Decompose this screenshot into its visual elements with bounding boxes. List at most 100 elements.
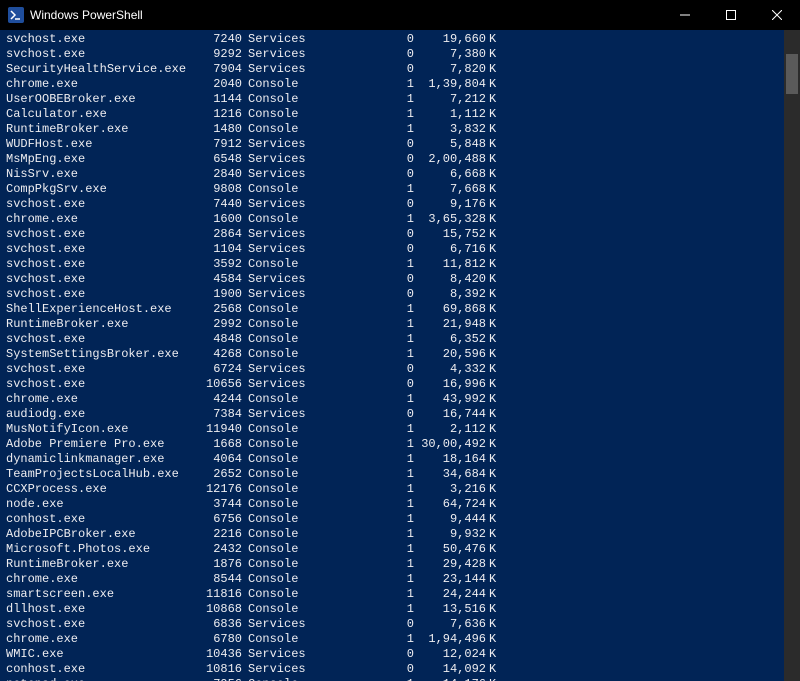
process-session: Console [242, 557, 312, 572]
table-row: SystemSettingsBroker.exe4268Console120,5… [6, 347, 800, 362]
process-session-num: 0 [312, 407, 414, 422]
close-icon [772, 10, 782, 20]
process-memory: 12,024 [414, 647, 486, 662]
process-session-num: 1 [312, 587, 414, 602]
maximize-button[interactable] [708, 0, 754, 30]
close-button[interactable] [754, 0, 800, 30]
powershell-icon [8, 7, 24, 23]
process-memory: 11,812 [414, 257, 486, 272]
process-memory: 6,668 [414, 167, 486, 182]
process-session: Console [242, 347, 312, 362]
scrollbar-thumb[interactable] [786, 54, 798, 94]
table-row: svchost.exe1900Services08,392K [6, 287, 800, 302]
process-memory: 7,668 [414, 182, 486, 197]
process-session-num: 0 [312, 197, 414, 212]
table-row: chrome.exe2040Console11,39,804K [6, 77, 800, 92]
process-session-num: 1 [312, 572, 414, 587]
minimize-icon [680, 10, 690, 20]
titlebar[interactable]: Windows PowerShell [0, 0, 800, 30]
process-session-num: 1 [312, 512, 414, 527]
process-memory: 64,724 [414, 497, 486, 512]
process-session: Console [242, 302, 312, 317]
process-pid: 1600 [194, 212, 242, 227]
process-name: WUDFHost.exe [6, 137, 194, 152]
table-row: MsMpEng.exe6548Services02,00,488K [6, 152, 800, 167]
process-session-num: 0 [312, 137, 414, 152]
memory-unit: K [486, 272, 500, 287]
process-pid: 2432 [194, 542, 242, 557]
process-pid: 7384 [194, 407, 242, 422]
process-name: svchost.exe [6, 197, 194, 212]
process-session: Services [242, 137, 312, 152]
process-session: Console [242, 587, 312, 602]
process-memory: 3,832 [414, 122, 486, 137]
process-name: node.exe [6, 497, 194, 512]
vertical-scrollbar[interactable] [784, 30, 800, 681]
table-row: svchost.exe6724Services04,332K [6, 362, 800, 377]
process-session: Services [242, 287, 312, 302]
memory-unit: K [486, 422, 500, 437]
process-pid: 2040 [194, 77, 242, 92]
process-name: AdobeIPCBroker.exe [6, 527, 194, 542]
process-name: smartscreen.exe [6, 587, 194, 602]
process-memory: 2,112 [414, 422, 486, 437]
process-session: Console [242, 677, 312, 681]
process-memory: 7,636 [414, 617, 486, 632]
process-session: Console [242, 497, 312, 512]
process-memory: 8,392 [414, 287, 486, 302]
table-row: notepad.exe7956Console114,176K [6, 677, 800, 681]
table-row: svchost.exe4848Console16,352K [6, 332, 800, 347]
minimize-button[interactable] [662, 0, 708, 30]
table-row: RuntimeBroker.exe1876Console129,428K [6, 557, 800, 572]
process-session: Services [242, 377, 312, 392]
process-memory: 3,216 [414, 482, 486, 497]
window-title: Windows PowerShell [30, 8, 662, 22]
table-row: svchost.exe1104Services06,716K [6, 242, 800, 257]
process-session: Console [242, 482, 312, 497]
process-name: notepad.exe [6, 677, 194, 681]
memory-unit: K [486, 32, 500, 47]
process-name: Calculator.exe [6, 107, 194, 122]
process-name: svchost.exe [6, 257, 194, 272]
table-row: chrome.exe8544Console123,144K [6, 572, 800, 587]
process-pid: 2216 [194, 527, 242, 542]
process-session: Services [242, 197, 312, 212]
process-memory: 30,00,492 [414, 437, 486, 452]
memory-unit: K [486, 647, 500, 662]
table-row: smartscreen.exe11816Console124,244K [6, 587, 800, 602]
process-pid: 7240 [194, 32, 242, 47]
process-pid: 1104 [194, 242, 242, 257]
memory-unit: K [486, 92, 500, 107]
process-session-num: 0 [312, 32, 414, 47]
process-pid: 7912 [194, 137, 242, 152]
process-pid: 6836 [194, 617, 242, 632]
process-session-num: 0 [312, 227, 414, 242]
memory-unit: K [486, 377, 500, 392]
memory-unit: K [486, 227, 500, 242]
process-name: svchost.exe [6, 617, 194, 632]
memory-unit: K [486, 557, 500, 572]
table-row: svchost.exe9292Services07,380K [6, 47, 800, 62]
process-memory: 21,948 [414, 317, 486, 332]
process-memory: 1,112 [414, 107, 486, 122]
process-name: SecurityHealthService.exe [6, 62, 194, 77]
process-session-num: 0 [312, 647, 414, 662]
process-session: Console [242, 92, 312, 107]
process-name: chrome.exe [6, 77, 194, 92]
process-session-num: 1 [312, 497, 414, 512]
table-row: CCXProcess.exe12176Console13,216K [6, 482, 800, 497]
process-name: Adobe Premiere Pro.exe [6, 437, 194, 452]
table-row: svchost.exe6836Services07,636K [6, 617, 800, 632]
process-memory: 19,660 [414, 32, 486, 47]
process-memory: 6,716 [414, 242, 486, 257]
memory-unit: K [486, 287, 500, 302]
process-memory: 16,996 [414, 377, 486, 392]
table-row: SecurityHealthService.exe7904Services07,… [6, 62, 800, 77]
process-session: Services [242, 647, 312, 662]
terminal-area[interactable]: svchost.exe7240Services019,660Ksvchost.e… [0, 30, 800, 681]
process-memory: 13,516 [414, 602, 486, 617]
process-session: Services [242, 32, 312, 47]
process-pid: 10868 [194, 602, 242, 617]
process-session: Console [242, 512, 312, 527]
process-memory: 14,176 [414, 677, 486, 681]
